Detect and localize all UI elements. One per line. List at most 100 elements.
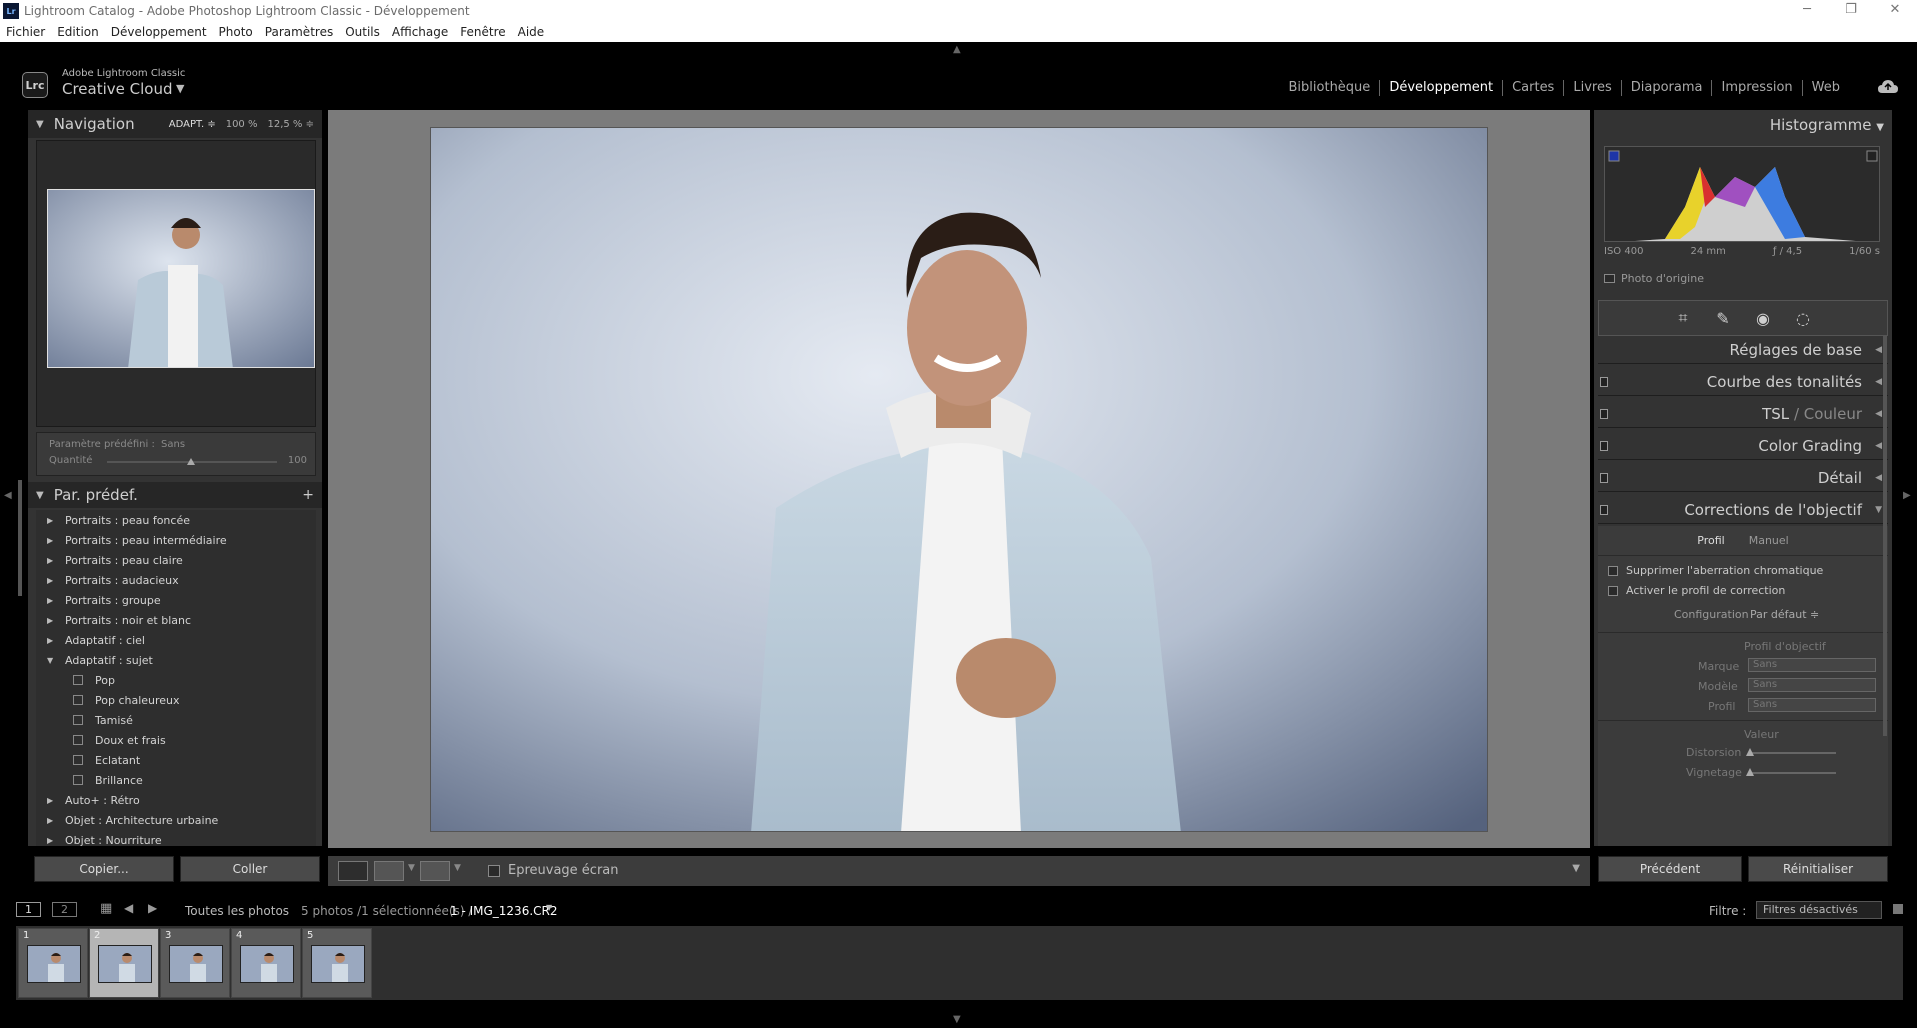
config-value[interactable]: Par défaut ≑ [1750, 608, 1819, 621]
vignetting-slider[interactable] [1746, 768, 1836, 776]
red-eye-icon[interactable]: ◉ [1753, 308, 1773, 328]
collapsed-triangle-icon[interactable]: ▶ [47, 836, 57, 845]
menu-photo[interactable]: Photo [213, 25, 259, 39]
slider-thumb[interactable] [187, 458, 195, 465]
panel-switch-icon[interactable] [1600, 505, 1608, 515]
collapsed-triangle-icon[interactable]: ▶ [47, 596, 57, 605]
filter-select[interactable]: Filtres désactivés [1756, 901, 1882, 919]
slider-thumb[interactable] [1746, 768, 1754, 776]
preset-group[interactable]: ▶ Objet : Architecture urbaine [36, 810, 316, 830]
original-photo-toggle[interactable]: Photo d'origine [1604, 272, 1704, 285]
before-after-yy-button[interactable] [420, 861, 450, 881]
zoom-100[interactable]: 100 % [226, 119, 258, 130]
slider-thumb[interactable] [1746, 748, 1754, 756]
screen-2-button[interactable]: 2 [52, 902, 77, 917]
zoom-custom[interactable]: 12,5 % ≑ [267, 119, 314, 130]
cloud-sync-icon[interactable] [1877, 79, 1899, 95]
panel-switch-icon[interactable] [1600, 473, 1608, 483]
section-tone-curve[interactable]: Courbe des tonalités ◀ [1598, 368, 1888, 396]
section-lens-corrections[interactable]: Corrections de l'objectif ▼ [1598, 496, 1888, 524]
module-web[interactable]: Web [1803, 80, 1849, 96]
collapsed-triangle-icon[interactable]: ▶ [47, 516, 57, 525]
back-arrow-icon[interactable]: ◀ [124, 901, 133, 915]
navigator-header[interactable]: ▼ Navigation ADAPT. ≑ 100 % 12,5 % ≑ [28, 110, 322, 138]
model-select[interactable]: Sans [1748, 678, 1876, 692]
top-panel-toggle-icon[interactable]: ▲ [953, 44, 961, 55]
preset-group[interactable]: ▶ Portraits : peau foncée [36, 510, 316, 530]
loupe-view-button[interactable] [338, 861, 368, 881]
source-label[interactable]: Toutes les photos [185, 904, 289, 918]
make-select[interactable]: Sans [1748, 658, 1876, 672]
zoom-fit[interactable]: ADAPT. ≑ [169, 119, 216, 130]
collapse-triangle-icon[interactable]: ▼ [1876, 122, 1884, 133]
section-collapse-icon[interactable]: ▼ [1875, 505, 1882, 515]
section-expand-icon[interactable]: ◀ [1875, 441, 1882, 451]
remove-ca-checkbox[interactable] [1608, 565, 1618, 576]
section-detail[interactable]: Détail ◀ [1598, 464, 1888, 492]
panel-switch-icon[interactable] [1600, 409, 1608, 419]
bottom-panel-toggle-icon[interactable]: ▼ [953, 1014, 961, 1025]
preset-group[interactable]: ▶ Portraits : peau claire [36, 550, 316, 570]
copy-button[interactable]: Copier... [34, 856, 174, 882]
collapsed-triangle-icon[interactable]: ▶ [47, 616, 57, 625]
module-library[interactable]: Bibliothèque [1280, 80, 1381, 96]
section-hsl-label[interactable]: TSL [1762, 405, 1789, 423]
expanded-triangle-icon[interactable]: ▼ [47, 656, 57, 665]
menu-window[interactable]: Fenêtre [454, 25, 511, 39]
preset-group[interactable]: ▶ Portraits : groupe [36, 590, 316, 610]
navigator-thumbnail[interactable] [47, 189, 315, 368]
panel-switch-icon[interactable] [1600, 377, 1608, 387]
preset-item[interactable]: Pop [36, 670, 316, 690]
section-expand-icon[interactable]: ◀ [1875, 409, 1882, 419]
before-after-dropdown-icon[interactable]: ▼ [408, 863, 415, 873]
grid-icon[interactable]: ▦ [100, 901, 112, 916]
section-color-grading[interactable]: Color Grading ◀ [1598, 432, 1888, 460]
collapsed-triangle-icon[interactable]: ▶ [47, 636, 57, 645]
section-expand-icon[interactable]: ◀ [1875, 345, 1882, 355]
collapsed-triangle-icon[interactable]: ▶ [47, 796, 57, 805]
reset-button[interactable]: Réinitialiser [1748, 856, 1888, 882]
preset-item[interactable]: Pop chaleureux [36, 690, 316, 710]
preset-group[interactable]: ▶ Auto+ : Rétro [36, 790, 316, 810]
section-basic[interactable]: Réglages de base ◀ [1598, 336, 1888, 364]
menu-tools[interactable]: Outils [339, 25, 386, 39]
histogram-header[interactable]: Histogramme ▼ [1770, 116, 1884, 134]
collapsed-triangle-icon[interactable]: ▶ [47, 816, 57, 825]
preset-group[interactable]: ▶ Portraits : noir et blanc [36, 610, 316, 630]
yy-dropdown-icon[interactable]: ▼ [454, 863, 461, 873]
chevron-down-icon[interactable]: ▼ [176, 82, 184, 95]
menu-help[interactable]: Aide [512, 25, 551, 39]
preset-item[interactable]: Brillance [36, 770, 316, 790]
section-color-label[interactable]: Couleur [1804, 405, 1862, 423]
soft-proof[interactable]: Epreuvage écran [488, 863, 619, 878]
left-panel-toggle-icon[interactable]: ◀ [4, 490, 12, 501]
tab-profile[interactable]: Profil [1697, 534, 1724, 547]
soft-proof-checkbox[interactable] [488, 864, 500, 877]
previous-button[interactable]: Précédent [1598, 856, 1742, 882]
minimize-button[interactable]: ─ [1785, 0, 1829, 22]
preset-group[interactable]: ▶ Portraits : peau intermédiaire [36, 530, 316, 550]
module-print[interactable]: Impression [1712, 80, 1803, 96]
enable-profile-row[interactable]: Activer le profil de correction [1608, 584, 1785, 597]
film-thumbnail[interactable]: 2 [89, 928, 159, 998]
toolbar-menu-icon[interactable]: ▼ [1572, 863, 1580, 874]
left-panel-scrollbar[interactable] [18, 480, 22, 596]
add-preset-icon[interactable]: + [302, 487, 314, 503]
paste-button[interactable]: Coller [180, 856, 320, 882]
menu-file[interactable]: Fichier [0, 25, 51, 39]
film-thumbnail[interactable]: 1 [18, 928, 88, 998]
preset-group[interactable]: ▶ Objet : Nourriture [36, 830, 316, 847]
amount-slider[interactable] [107, 458, 277, 465]
menu-develop[interactable]: Développement [105, 25, 213, 39]
section-expand-icon[interactable]: ◀ [1875, 473, 1882, 483]
right-panel-toggle-icon[interactable]: ▶ [1903, 490, 1911, 501]
close-button[interactable]: ✕ [1873, 0, 1917, 22]
panel-switch-icon[interactable] [1600, 441, 1608, 451]
original-photo-checkbox[interactable] [1604, 274, 1615, 283]
preset-item[interactable]: Tamisé [36, 710, 316, 730]
masking-icon[interactable]: ◌ [1793, 308, 1813, 328]
preset-group[interactable]: ▶ Portraits : audacieux [36, 570, 316, 590]
maximize-button[interactable]: ❐ [1829, 0, 1873, 22]
tab-manual[interactable]: Manuel [1749, 534, 1789, 547]
remove-ca-row[interactable]: Supprimer l'aberration chromatique [1608, 564, 1823, 577]
